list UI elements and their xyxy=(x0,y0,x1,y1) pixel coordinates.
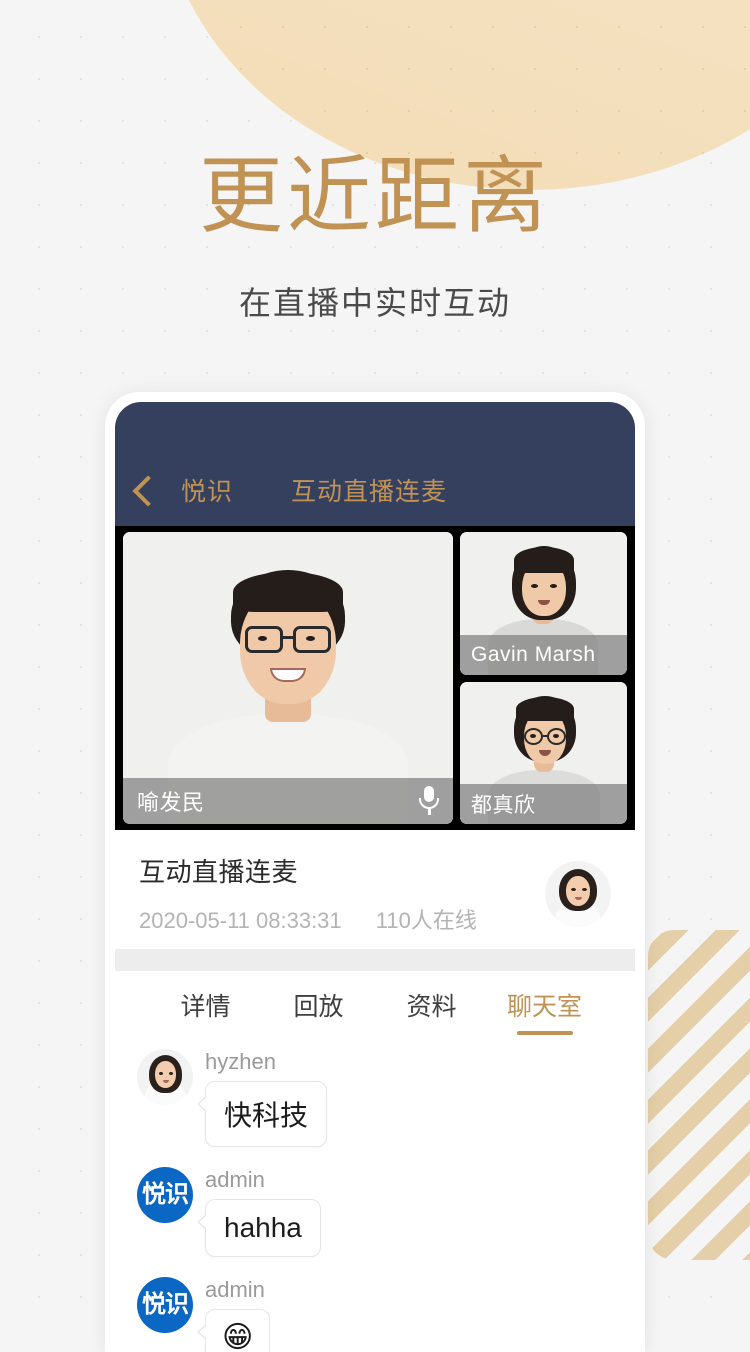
video-tile-main[interactable]: 喻发民 xyxy=(123,532,453,824)
phone-screen: 悦识 互动直播连麦 喻发民 Gavin Marsh 都真欣 互动直播连麦 202… xyxy=(115,402,635,1352)
tab-chatroom[interactable]: 聊天室 xyxy=(488,987,601,1035)
session-info-text: 互动直播连麦 2020-05-11 08:33:31 110人在线 xyxy=(139,852,545,935)
chat-username: admin xyxy=(205,1167,265,1192)
chat-message: 悦识 admin hahha xyxy=(137,1167,613,1257)
content-tabs: 详情 回放 资料 聊天室 xyxy=(115,971,635,1035)
chat-bubble: 快科技 xyxy=(196,1081,328,1147)
promo-headline: 更近距离 xyxy=(198,149,551,243)
navbar-title: 互动直播连麦 xyxy=(291,478,448,506)
chat-message-body: hyzhen 快科技 xyxy=(196,1049,328,1147)
session-datetime: 2020-05-11 08:33:31 xyxy=(139,908,342,933)
chat-message-list[interactable]: hyzhen 快科技 悦识 admin hahha 悦识 admin 😁 xyxy=(115,1035,635,1352)
tab-details[interactable]: 详情 xyxy=(149,987,262,1035)
participant-name-main: 喻发民 xyxy=(137,790,205,815)
decorative-stripes-bottom-right xyxy=(648,930,750,1260)
chat-username: admin xyxy=(205,1277,265,1302)
chat-message-body: admin 😁 xyxy=(196,1277,271,1352)
tab-replay[interactable]: 回放 xyxy=(262,987,375,1035)
microphone-icon[interactable] xyxy=(419,786,439,816)
video-tile-side-1[interactable]: Gavin Marsh xyxy=(460,532,627,675)
session-online-count: 110人在线 xyxy=(375,908,477,933)
chat-message: 悦识 admin 😁 xyxy=(137,1277,613,1352)
session-title: 互动直播连麦 xyxy=(139,857,299,887)
video-tile-side-2[interactable]: 都真欣 xyxy=(460,681,627,824)
video-tile-label-bar: 喻发民 xyxy=(123,778,453,824)
chat-message: hyzhen 快科技 xyxy=(137,1049,613,1147)
navbar-brand[interactable]: 悦识 xyxy=(181,472,233,508)
participant-name-side-2: 都真欣 xyxy=(471,794,536,817)
section-divider xyxy=(115,949,635,971)
participant-name-side-1: Gavin Marsh xyxy=(471,642,596,666)
brand-logo-text: 悦识 xyxy=(142,1181,189,1208)
chat-bubble: 😁 xyxy=(196,1309,271,1352)
session-meta: 2020-05-11 08:33:31 110人在线 xyxy=(139,903,545,935)
session-info-row: 互动直播连麦 2020-05-11 08:33:31 110人在线 xyxy=(115,830,635,949)
promo-text-block: 更近距离 在直播中实时互动 xyxy=(0,150,750,324)
app-navbar: 悦识 互动直播连麦 xyxy=(115,402,635,526)
phone-mockup: 悦识 互动直播连麦 喻发民 Gavin Marsh 都真欣 互动直播连麦 202… xyxy=(105,392,645,1352)
video-tile-label-bar: 都真欣 xyxy=(460,784,627,824)
chevron-left-icon[interactable] xyxy=(132,475,164,507)
host-avatar[interactable] xyxy=(545,860,611,927)
avatar[interactable]: 悦识 xyxy=(137,1167,193,1223)
chat-bubble: hahha xyxy=(197,1199,321,1257)
chat-username: hyzhen xyxy=(205,1049,276,1074)
video-tile-label-bar: Gavin Marsh xyxy=(460,634,627,675)
video-grid: 喻发民 Gavin Marsh 都真欣 xyxy=(115,526,635,830)
promo-subheadline: 在直播中实时互动 xyxy=(238,285,511,322)
brand-logo-text: 悦识 xyxy=(142,1291,189,1318)
video-side-column: Gavin Marsh 都真欣 xyxy=(460,532,627,824)
avatar[interactable]: 悦识 xyxy=(137,1277,193,1333)
chat-message-body: admin hahha xyxy=(197,1167,321,1257)
tab-materials[interactable]: 资料 xyxy=(375,987,488,1035)
avatar[interactable] xyxy=(137,1049,193,1105)
